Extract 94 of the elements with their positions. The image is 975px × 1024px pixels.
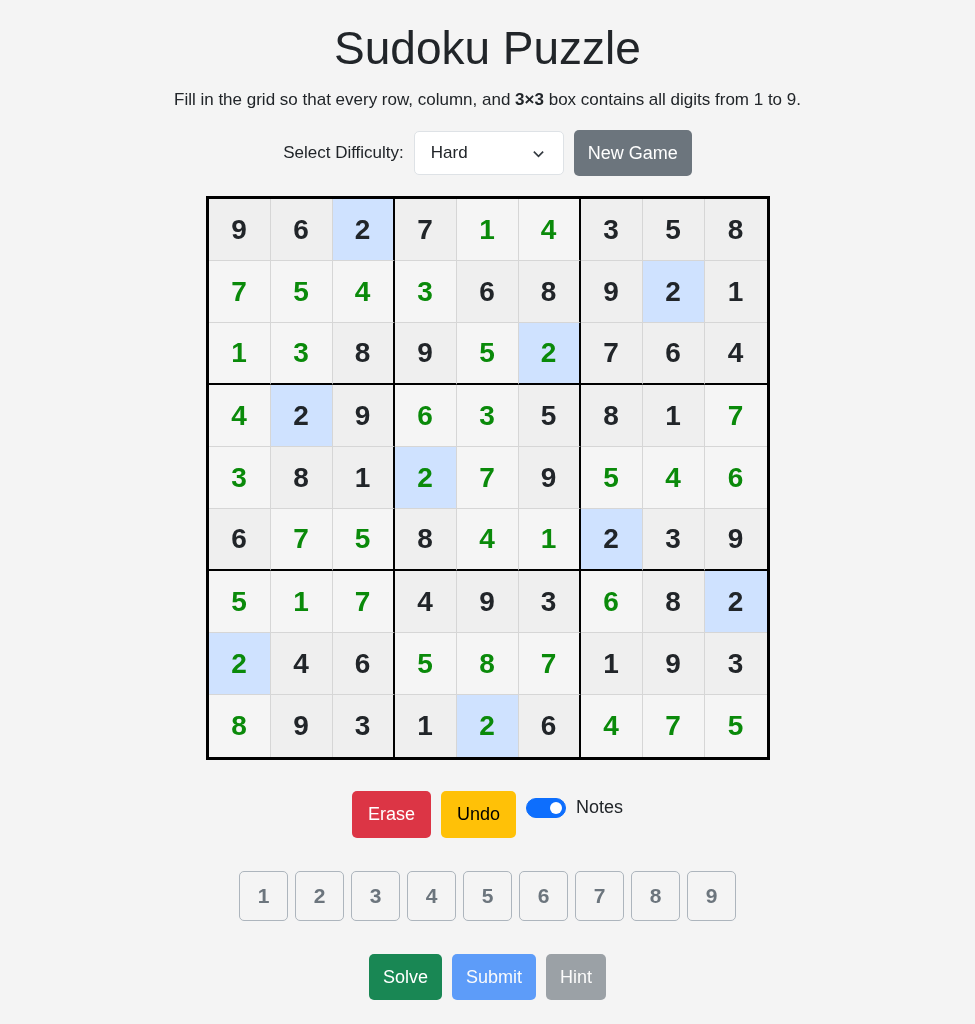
grid-cell[interactable]: 3 (208, 447, 271, 509)
grid-cell[interactable]: 2 (208, 633, 271, 695)
grid-cell[interactable]: 4 (642, 447, 705, 509)
grid-cell[interactable]: 6 (580, 571, 643, 633)
grid-cell[interactable]: 8 (580, 385, 643, 447)
grid-cell[interactable]: 8 (642, 571, 705, 633)
grid-cell[interactable]: 1 (394, 695, 457, 757)
difficulty-select[interactable]: Hard (413, 131, 564, 175)
number-button[interactable]: 2 (295, 871, 344, 921)
grid-cell[interactable]: 4 (332, 261, 395, 323)
grid-cell[interactable]: 3 (332, 695, 395, 757)
grid-cell[interactable]: 3 (580, 199, 643, 261)
grid-cell[interactable]: 7 (332, 571, 395, 633)
number-button[interactable]: 7 (575, 871, 624, 921)
grid-cell[interactable]: 8 (704, 199, 767, 261)
page-title: Sudoku Puzzle (334, 21, 641, 76)
grid-cell[interactable]: 3 (394, 261, 457, 323)
grid-cell[interactable]: 2 (270, 385, 333, 447)
solve-button[interactable]: Solve (368, 954, 442, 1000)
grid-cell[interactable]: 1 (208, 323, 271, 385)
grid-cell[interactable]: 8 (332, 323, 395, 385)
grid-cell[interactable]: 1 (704, 261, 767, 323)
new-game-button[interactable]: New Game (573, 130, 692, 176)
grid-cell[interactable]: 9 (208, 199, 271, 261)
grid-cell[interactable]: 4 (518, 199, 581, 261)
grid-cell[interactable]: 2 (642, 261, 705, 323)
grid-cell[interactable]: 7 (456, 447, 519, 509)
grid-cell[interactable]: 9 (270, 695, 333, 757)
grid-cell[interactable]: 6 (394, 385, 457, 447)
grid-cell[interactable]: 5 (332, 509, 395, 571)
grid-cell[interactable]: 7 (518, 633, 581, 695)
grid-cell[interactable]: 8 (270, 447, 333, 509)
grid-cell[interactable]: 7 (580, 323, 643, 385)
erase-button[interactable]: Erase (351, 791, 431, 838)
grid-cell[interactable]: 1 (580, 633, 643, 695)
grid-cell[interactable]: 4 (208, 385, 271, 447)
number-button[interactable]: 9 (687, 871, 736, 921)
number-button[interactable]: 4 (407, 871, 456, 921)
grid-cell[interactable]: 9 (704, 509, 767, 571)
grid-cell[interactable]: 3 (456, 385, 519, 447)
grid-cell[interactable]: 5 (518, 385, 581, 447)
grid-cell[interactable]: 5 (580, 447, 643, 509)
grid-cell[interactable]: 9 (394, 323, 457, 385)
grid-cell[interactable]: 1 (642, 385, 705, 447)
grid-cell[interactable]: 6 (208, 509, 271, 571)
grid-cell[interactable]: 6 (456, 261, 519, 323)
grid-cell[interactable]: 6 (270, 199, 333, 261)
grid-cell[interactable]: 1 (332, 447, 395, 509)
grid-cell[interactable]: 2 (332, 199, 395, 261)
grid-cell[interactable]: 5 (394, 633, 457, 695)
grid-cell[interactable]: 5 (642, 199, 705, 261)
grid-cell[interactable]: 3 (704, 633, 767, 695)
notes-label: Notes (576, 797, 624, 818)
difficulty-label: Select Difficulty: (283, 143, 404, 163)
grid-cell[interactable]: 3 (518, 571, 581, 633)
number-button[interactable]: 3 (351, 871, 400, 921)
number-button[interactable]: 1 (239, 871, 288, 921)
grid-cell[interactable]: 8 (456, 633, 519, 695)
grid-cell[interactable]: 9 (456, 571, 519, 633)
grid-cell[interactable]: 4 (270, 633, 333, 695)
grid-cell[interactable]: 1 (270, 571, 333, 633)
grid-cell[interactable]: 7 (270, 509, 333, 571)
number-button[interactable]: 5 (463, 871, 512, 921)
grid-cell[interactable]: 9 (518, 447, 581, 509)
grid-cell[interactable]: 2 (704, 571, 767, 633)
grid-cell[interactable]: 5 (270, 261, 333, 323)
grid-cell[interactable]: 2 (580, 509, 643, 571)
grid-cell[interactable]: 9 (332, 385, 395, 447)
undo-button[interactable]: Undo (441, 791, 516, 838)
grid-cell[interactable]: 2 (518, 323, 581, 385)
instructions-text: Fill in the grid so that every row, column, and 3×3 box contains all digits from 1 to 9. (174, 90, 801, 110)
grid-cell[interactable]: 1 (456, 199, 519, 261)
grid-cell[interactable]: 9 (642, 633, 705, 695)
grid-cell[interactable]: 8 (518, 261, 581, 323)
grid-cell[interactable]: 8 (394, 509, 457, 571)
grid-cell[interactable]: 6 (332, 633, 395, 695)
grid-cell[interactable]: 2 (456, 695, 519, 757)
grid-cell[interactable]: 6 (518, 695, 581, 757)
notes-switch[interactable] (526, 797, 566, 818)
grid-cell[interactable]: 7 (394, 199, 457, 261)
grid-cell[interactable]: 5 (456, 323, 519, 385)
grid-cell[interactable]: 1 (518, 509, 581, 571)
grid-cell[interactable]: 7 (208, 261, 271, 323)
number-button[interactable]: 8 (631, 871, 680, 921)
grid-cell[interactable]: 3 (270, 323, 333, 385)
grid-cell[interactable]: 2 (394, 447, 457, 509)
grid-cell[interactable]: 4 (394, 571, 457, 633)
number-button[interactable]: 6 (519, 871, 568, 921)
grid-cell[interactable]: 6 (642, 323, 705, 385)
grid-cell[interactable]: 4 (704, 323, 767, 385)
grid-cell[interactable]: 5 (208, 571, 271, 633)
grid-cell[interactable]: 9 (580, 261, 643, 323)
grid-cell[interactable]: 4 (456, 509, 519, 571)
grid-cell[interactable]: 3 (642, 509, 705, 571)
